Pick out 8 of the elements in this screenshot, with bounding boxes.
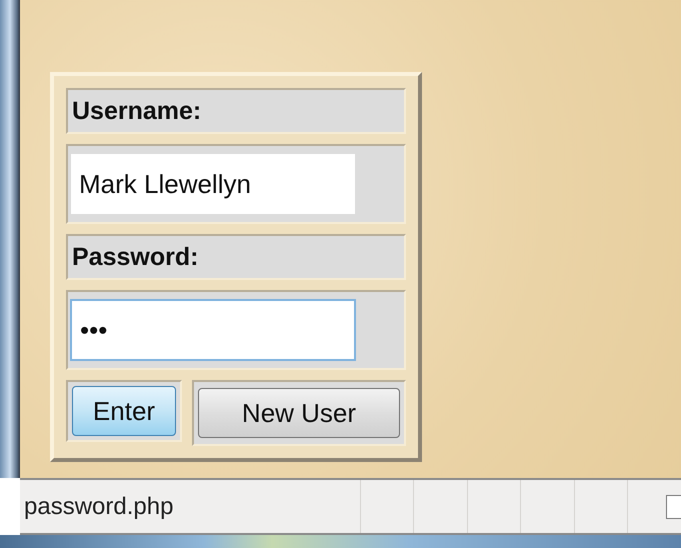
input-field[interactable]: ••• (70, 299, 356, 361)
input-field[interactable]: Mark Llewellyn (70, 153, 356, 215)
status-icon (666, 494, 681, 518)
field-label: Username: (72, 96, 202, 126)
field-label: Password: (72, 242, 198, 272)
status-text: password.php (24, 492, 174, 520)
form-button[interactable]: New User (198, 388, 400, 438)
form-button[interactable]: Enter (72, 386, 176, 436)
